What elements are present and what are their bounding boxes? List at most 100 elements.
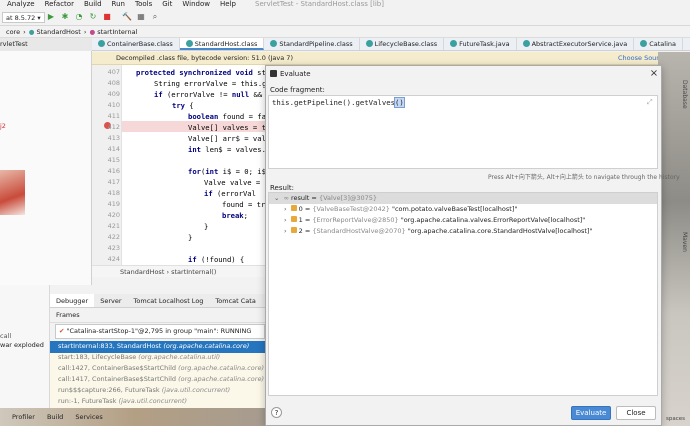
result-item-row[interactable]: › 2 = {StandardHostValve@2070} "org.apach… xyxy=(284,226,592,237)
frame-row[interactable]: run:-1, FutureTask (java.util.concurrent… xyxy=(58,396,187,407)
menu-help[interactable]: Help xyxy=(220,0,236,9)
frame-class: (org.apache.catalina.core) xyxy=(163,342,250,350)
profiler-tool[interactable]: Profiler xyxy=(12,413,35,421)
debug-icon[interactable]: ✱ xyxy=(60,12,70,22)
tab-standardhost[interactable]: StandardHost.class xyxy=(179,38,265,50)
result-value: {Valve[3]@3075} xyxy=(318,194,378,202)
class-icon xyxy=(450,40,458,47)
services-tool[interactable]: Services xyxy=(75,413,102,421)
menu-analyze[interactable]: Analyze xyxy=(7,0,35,9)
thread-select[interactable]: ✔ "Catalina-startStop-1"@2,795 in group … xyxy=(55,324,265,339)
tab-standardpipeline[interactable]: StandardPipeline.class xyxy=(264,38,360,50)
result-string: "org.apache.catalina.valves.ErrorReportV… xyxy=(400,216,586,224)
frame-row[interactable]: start:183, LifecycleBase (org.apache.cat… xyxy=(58,352,220,363)
code-line: for(int i$ = 0; i$ xyxy=(188,167,266,176)
code-line: try { xyxy=(172,101,194,110)
database-tool-label[interactable]: Database xyxy=(681,80,688,109)
tab-abstractexecutorservice[interactable]: AbstractExecutorService.java xyxy=(517,38,635,50)
project-item[interactable]: j2 xyxy=(0,122,6,130)
result-item-row[interactable]: › 1 = {ErrorReportValve@2850} "org.apache… xyxy=(284,215,585,226)
search-icon[interactable]: ⌕ xyxy=(150,12,160,22)
build-icon[interactable]: 🔨 xyxy=(122,12,132,22)
result-index: 0 xyxy=(298,205,303,213)
close-button[interactable]: Close xyxy=(616,406,656,420)
chevron-right-icon: › xyxy=(284,216,287,224)
field-icon xyxy=(290,227,297,233)
services-item[interactable]: call xyxy=(0,332,11,340)
expand-icon[interactable]: ⤢ xyxy=(647,98,653,107)
help-button[interactable]: ? xyxy=(271,407,282,418)
line-number: 414 xyxy=(107,145,120,153)
line-number: 420 xyxy=(107,211,120,219)
tab-catalina-log[interactable]: Tomcat Cata xyxy=(209,294,261,307)
tab-debugger[interactable]: Debugger xyxy=(50,294,95,307)
field-icon xyxy=(290,205,297,211)
menu-run[interactable]: Run xyxy=(112,0,125,9)
editor-crumb-class[interactable]: StandardHost xyxy=(120,268,164,276)
menu-window[interactable]: Window xyxy=(182,0,210,9)
chevron-right-icon: › xyxy=(284,227,287,235)
crumb-class[interactable]: ● StandardHost xyxy=(29,26,81,37)
window-title: ServletTest - StandardHost.class [lib] xyxy=(255,0,384,8)
line-number: 407 xyxy=(107,68,120,76)
class-icon: ● xyxy=(28,28,35,36)
class-icon xyxy=(270,40,278,47)
class-icon xyxy=(522,40,530,47)
class-icon xyxy=(185,40,193,47)
menu-build[interactable]: Build xyxy=(84,0,102,9)
editor-crumb-method[interactable]: startInternal() xyxy=(171,268,216,276)
coverage-icon[interactable]: ◔ xyxy=(74,12,84,22)
line-number: 409 xyxy=(107,90,120,98)
crumb-method[interactable]: ● startInternal xyxy=(89,26,137,37)
crumb-core[interactable]: core xyxy=(6,26,20,37)
frame-row[interactable]: startInternal:833, StandardHost (org.apa… xyxy=(58,341,249,352)
tab-catalina[interactable]: Catalina xyxy=(634,38,683,50)
tab-localhost-log[interactable]: Tomcat Localhost Log xyxy=(128,294,210,307)
frame-method: call:1427, ContainerBase$StartChild xyxy=(58,364,177,372)
menu-git[interactable]: Git xyxy=(162,0,172,9)
result-string: "org.apache.catalina.core.StandardHostVa… xyxy=(407,227,593,235)
chevron-down-icon: ⌄ xyxy=(274,194,280,202)
result-root-row[interactable]: ⌄ ∞ result = {Valve[3]@3075} xyxy=(274,193,377,204)
services-item[interactable]: war exploded xyxy=(0,341,44,349)
result-ref: {StandardHostValve@2070} xyxy=(312,227,406,235)
debugger-tabs: Debugger Server Tomcat Localhost Log Tom… xyxy=(50,294,270,308)
intellij-icon xyxy=(270,70,277,77)
check-icon: ✔ xyxy=(59,327,65,335)
tab-futuretask[interactable]: FutureTask.java xyxy=(444,38,517,50)
menu-refactor[interactable]: Refactor xyxy=(45,0,74,9)
project-pane-header: rvletTest xyxy=(0,38,92,51)
stop-icon[interactable]: ■ xyxy=(102,12,112,22)
result-index: 1 xyxy=(298,216,303,224)
method-icon: ● xyxy=(89,28,96,36)
build-tool[interactable]: Build xyxy=(47,413,63,421)
tab-label: ContainerBase.class xyxy=(107,40,173,48)
tab-label: Catalina xyxy=(649,40,676,48)
project-structure-icon[interactable]: ▦ xyxy=(136,12,146,22)
breadcrumb: core › ● StandardHost › ● startInternal xyxy=(0,26,690,38)
tab-server[interactable]: Server xyxy=(94,294,127,307)
frame-row[interactable]: run$$$capture:266, FutureTask (java.util… xyxy=(58,385,230,396)
code-line: found = tr xyxy=(222,200,266,209)
run-config-select[interactable]: at 8.5.72 ▾ xyxy=(2,12,45,23)
maven-tool-label[interactable]: Maven xyxy=(681,232,688,252)
decompiled-banner: Decompiled .class file, bytecode version… xyxy=(92,52,690,65)
evaluate-button[interactable]: Evaluate xyxy=(571,406,611,420)
field-icon xyxy=(290,216,297,222)
code-line: int len$ = valves. xyxy=(188,145,266,154)
code-line: boolean found = fa xyxy=(188,112,266,121)
frame-method: run:-1, FutureTask xyxy=(58,397,117,405)
status-indent: spaces xyxy=(666,416,686,422)
frame-row[interactable]: call:1427, ContainerBase$StartChild (org… xyxy=(58,363,264,374)
frame-row[interactable]: call:1417, ContainerBase$StartChild (org… xyxy=(58,374,264,385)
profile-icon[interactable]: ↻ xyxy=(88,12,98,22)
tab-containerbase[interactable]: ContainerBase.class xyxy=(92,38,180,50)
close-icon[interactable]: × xyxy=(648,66,660,82)
tab-lifecyclebase[interactable]: LifecycleBase.class xyxy=(360,38,445,50)
menu-tools[interactable]: Tools xyxy=(135,0,152,9)
result-item-row[interactable]: › 0 = {ValveBaseTest@2042} "com.potato.va… xyxy=(284,204,517,215)
run-icon[interactable]: ▶ xyxy=(46,12,56,22)
frames-header: Frames xyxy=(50,308,265,323)
background-photo-left xyxy=(0,170,25,215)
code-line: String errorValve = this.g xyxy=(154,79,267,88)
